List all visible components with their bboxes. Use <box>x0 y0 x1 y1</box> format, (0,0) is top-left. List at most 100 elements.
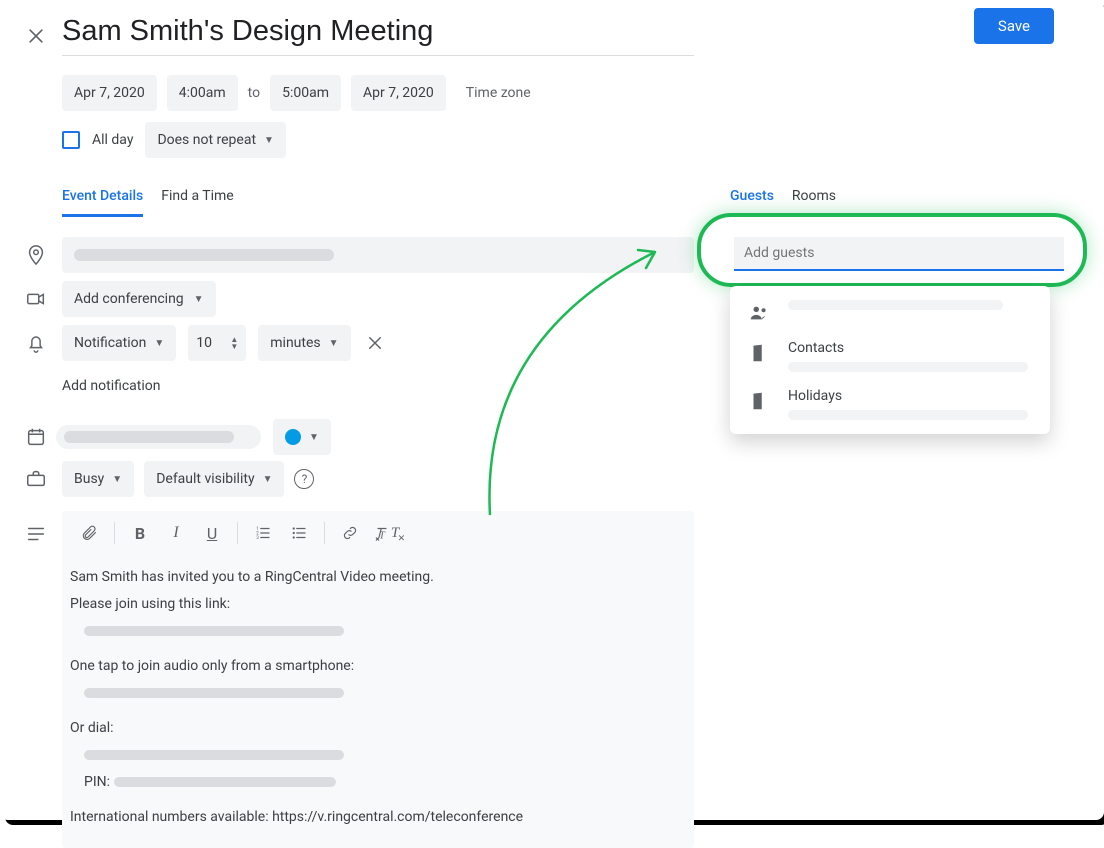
chevron-down-icon: ▼ <box>263 474 273 485</box>
stepper-arrows: ▲▼ <box>230 336 238 350</box>
save-button[interactable]: Save <box>974 8 1054 44</box>
notification-unit-dropdown[interactable]: minutes ▼ <box>258 325 350 361</box>
room-icon <box>748 342 770 364</box>
numbered-list-button[interactable]: 123 <box>246 517 280 549</box>
desc-line: Sam Smith has invited you to a RingCentr… <box>70 567 678 588</box>
visibility-label: Default visibility <box>156 471 254 487</box>
location-input[interactable] <box>62 237 694 273</box>
notification-amount-value: 10 <box>196 335 212 351</box>
desc-line: International numbers available: https:/… <box>70 807 678 828</box>
event-color-picker[interactable]: ▼ <box>273 419 331 455</box>
bulleted-list-icon <box>290 524 308 542</box>
allday-row: All day Does not repeat ▼ <box>62 122 286 158</box>
desc-line: One tap to join audio only from a smartp… <box>70 656 678 677</box>
guests-tabs: Guests Rooms <box>730 188 836 217</box>
room-icon <box>748 390 770 412</box>
notification-type-label: Notification <box>74 335 146 351</box>
repeat-dropdown[interactable]: Does not repeat ▼ <box>145 122 286 158</box>
notification-amount-stepper[interactable]: 10 ▲▼ <box>188 325 246 361</box>
chevron-down-icon: ▼ <box>194 294 204 305</box>
svg-text:T: T <box>379 530 386 541</box>
help-icon[interactable]: ? <box>294 469 314 489</box>
chevron-down-icon: ▼ <box>112 474 122 485</box>
italic-button[interactable]: I <box>159 517 193 549</box>
italic-icon: I <box>173 524 178 542</box>
allday-checkbox[interactable] <box>62 131 80 149</box>
underline-icon: U <box>207 524 217 543</box>
add-guests-input[interactable] <box>734 237 1064 271</box>
suggestion-item[interactable] <box>730 292 1050 332</box>
numbered-list-icon: 123 <box>254 524 272 542</box>
suggestion-label: Holidays <box>788 388 1032 404</box>
event-title-input[interactable] <box>62 8 694 56</box>
camera-icon <box>24 287 48 311</box>
location-placeholder <box>74 249 334 261</box>
add-conferencing-dropdown[interactable]: Add conferencing ▼ <box>62 281 216 317</box>
desc-line: Please join using this link: <box>70 594 678 615</box>
suggestion-placeholder <box>788 362 1028 372</box>
datetime-row: Apr 7, 2020 4:00am to 5:00am Apr 7, 2020… <box>62 75 531 111</box>
description-body[interactable]: Sam Smith has invited you to a RingCentr… <box>62 555 694 828</box>
visibility-dropdown[interactable]: Default visibility ▼ <box>144 461 284 497</box>
suggestion-item-holidays[interactable]: Holidays <box>730 380 1050 428</box>
suggestion-item-contacts[interactable]: Contacts <box>730 332 1050 380</box>
bell-icon <box>24 331 48 355</box>
suggestion-placeholder <box>788 300 1003 310</box>
guest-suggestions-dropdown: Contacts Holidays <box>730 286 1050 434</box>
tab-rooms[interactable]: Rooms <box>792 188 836 217</box>
pin-label: PIN: <box>84 774 110 790</box>
people-icon <box>748 302 770 324</box>
notification-row: Notification ▼ 10 ▲▼ minutes ▼ <box>62 325 387 361</box>
clear-format-icon: T <box>373 524 391 542</box>
start-date-chip[interactable]: Apr 7, 2020 <box>62 75 157 111</box>
chevron-down-icon: ▼ <box>154 338 164 349</box>
bulleted-list-button[interactable] <box>282 517 316 549</box>
availability-row: Busy ▼ Default visibility ▼ ? <box>62 461 314 497</box>
bold-button[interactable]: B <box>123 517 157 549</box>
timezone-link[interactable]: Time zone <box>466 85 531 101</box>
tab-find-a-time[interactable]: Find a Time <box>161 188 234 217</box>
svg-text:3: 3 <box>256 535 259 541</box>
notification-type-dropdown[interactable]: Notification ▼ <box>62 325 176 361</box>
repeat-label: Does not repeat <box>157 132 256 148</box>
attach-button[interactable] <box>72 517 106 549</box>
close-icon <box>366 334 384 352</box>
briefcase-icon <box>24 467 48 491</box>
tab-guests[interactable]: Guests <box>730 188 774 217</box>
chevron-down-icon: ▼ <box>309 432 319 443</box>
underline-button[interactable]: U <box>195 517 229 549</box>
redacted-pin <box>114 777 336 787</box>
allday-label: All day <box>92 132 133 148</box>
add-notification-link[interactable]: Add notification <box>62 378 161 394</box>
close-icon <box>26 26 46 46</box>
chevron-down-icon: ▼ <box>264 135 274 146</box>
link-button[interactable] <box>333 517 367 549</box>
details-tabs: Event Details Find a Time <box>62 188 234 217</box>
tab-event-details[interactable]: Event Details <box>62 188 143 217</box>
end-time-chip[interactable]: 5:00am <box>270 75 341 111</box>
calendar-select[interactable] <box>56 425 261 449</box>
color-swatch <box>285 429 301 445</box>
description-icon <box>24 522 48 546</box>
location-icon <box>24 243 48 267</box>
remove-notification-button[interactable] <box>363 331 387 355</box>
editor-toolbar: B I U 123 TT✕ <box>62 511 694 555</box>
to-label: to <box>248 85 260 101</box>
suggestion-label: Contacts <box>788 340 1032 356</box>
start-time-chip[interactable]: 4:00am <box>167 75 238 111</box>
busy-label: Busy <box>74 471 104 487</box>
clear-formatting-button[interactable]: TT✕ <box>369 517 403 549</box>
description-editor[interactable]: B I U 123 TT✕ Sam Smith has invited you … <box>62 511 694 848</box>
suggestion-placeholder <box>788 410 1028 420</box>
paperclip-icon <box>80 524 98 542</box>
close-button[interactable] <box>24 24 48 48</box>
redacted-dial <box>84 750 344 760</box>
busy-dropdown[interactable]: Busy ▼ <box>62 461 134 497</box>
notification-unit-label: minutes <box>270 335 320 351</box>
desc-line: Or dial: <box>70 718 678 739</box>
redacted-phone <box>84 688 344 698</box>
redacted-link <box>84 626 344 636</box>
chevron-down-icon: ▼ <box>329 338 339 349</box>
conferencing-label: Add conferencing <box>74 291 184 307</box>
end-date-chip[interactable]: Apr 7, 2020 <box>351 75 446 111</box>
